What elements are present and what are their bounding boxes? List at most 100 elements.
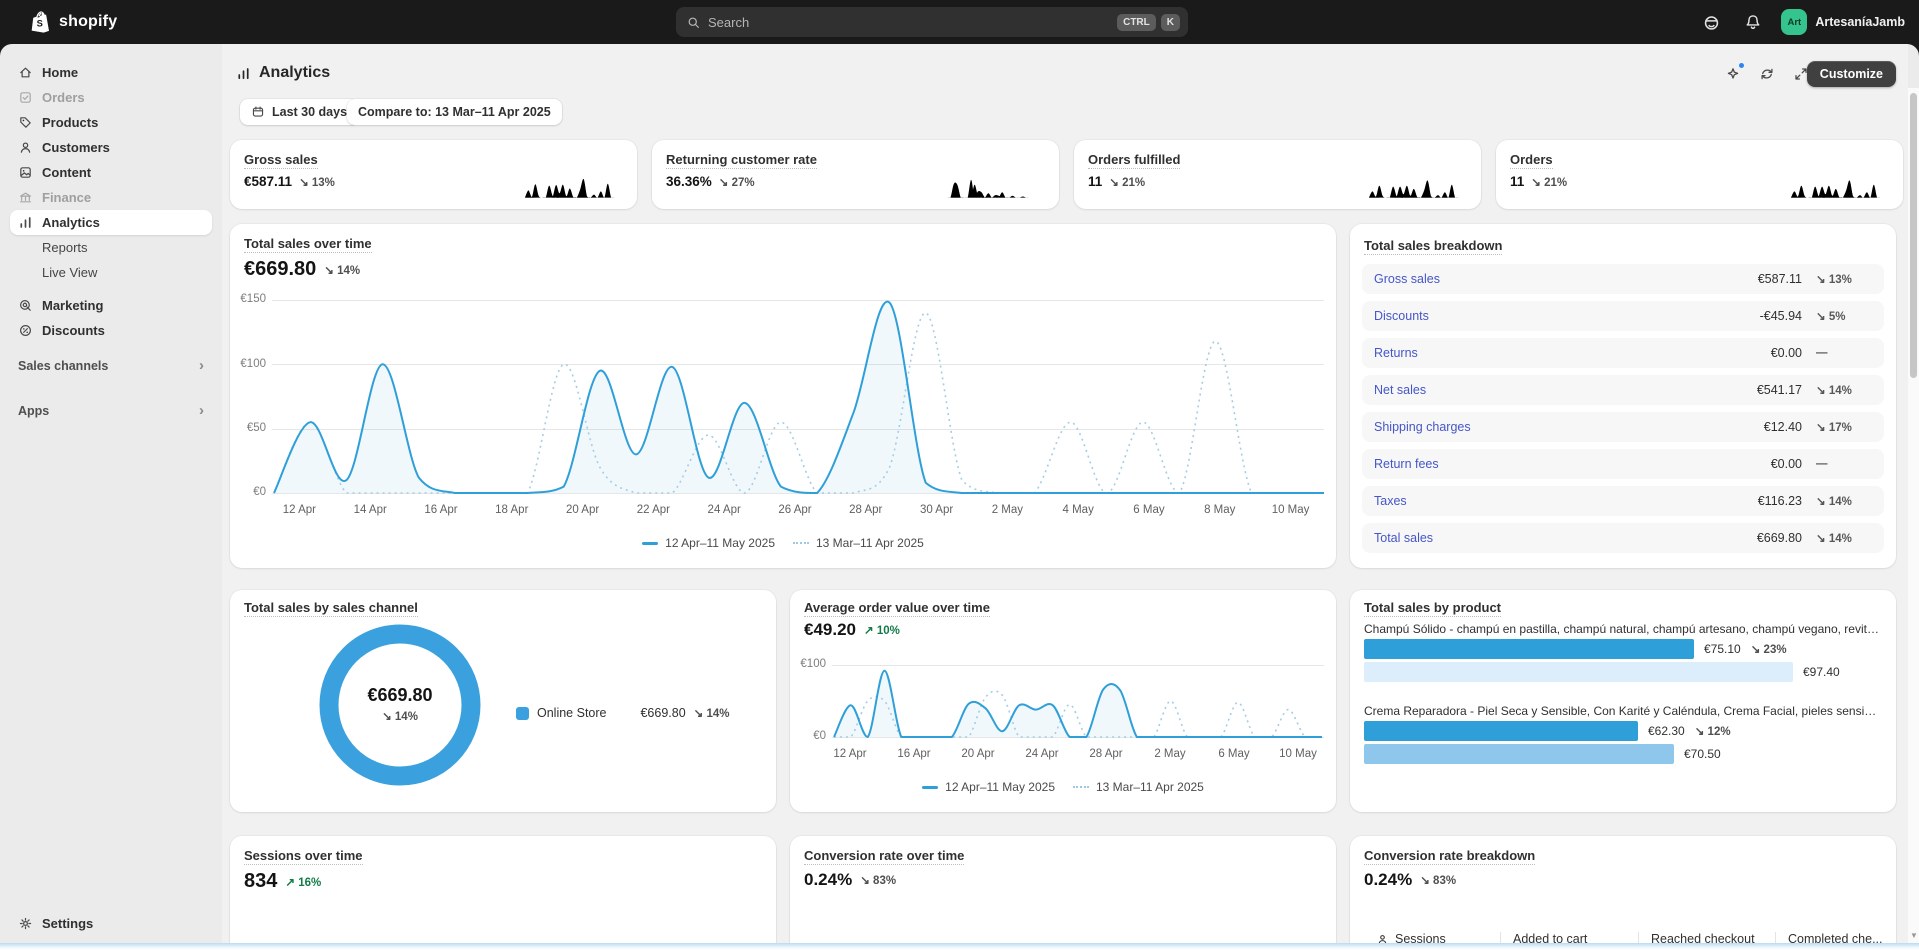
sidekick-button[interactable] xyxy=(1697,8,1725,36)
aov-line-chart[interactable] xyxy=(833,659,1322,739)
previous-period-bar[interactable] xyxy=(1364,662,1793,682)
insights-icon xyxy=(1727,68,1738,79)
x-tick: 26 Apr xyxy=(778,504,812,516)
total-sales-breakdown-card: Total sales breakdown Gross sales €587.1… xyxy=(1350,224,1896,568)
metric-value: 11 xyxy=(1088,174,1103,189)
legend-previous: 13 Mar–11 Apr 2025 xyxy=(793,536,924,550)
sidebar-item-finance[interactable]: Finance xyxy=(10,185,212,210)
sidebar-item-products[interactable]: Products xyxy=(10,110,212,135)
breakdown-label[interactable]: Returns xyxy=(1374,346,1418,360)
sidebar-item-home[interactable]: Home xyxy=(10,60,212,85)
kbd-ctrl: CTRL xyxy=(1117,13,1156,31)
notifications-button[interactable] xyxy=(1739,8,1767,36)
chart-legend: 12 Apr–11 May 2025 13 Mar–11 Apr 2025 xyxy=(230,536,1336,550)
sidebar-section-sales-channels[interactable]: Sales channels › xyxy=(10,353,212,378)
sessions-card: Sessions over time 834 ↗ 16% 60 xyxy=(230,836,776,950)
x-tick: 20 Apr xyxy=(961,748,995,760)
sidebar-item-content[interactable]: Content xyxy=(10,160,212,185)
card-title: Average order value over time xyxy=(804,600,990,617)
total-sales-chart-card: Total sales over time €669.80 ↘ 14% €150… xyxy=(230,224,1336,568)
date-range-button[interactable]: Last 30 days xyxy=(240,99,359,125)
card-title: Total sales by product xyxy=(1364,600,1502,617)
sidebar-section-apps[interactable]: Apps › xyxy=(10,398,212,423)
metric-value: 36.36% xyxy=(666,174,712,189)
sidebar-item-discounts[interactable]: Discounts xyxy=(10,318,212,343)
aov-delta: ↗ 10% xyxy=(864,625,900,637)
breakdown-label[interactable]: Total sales xyxy=(1374,531,1433,545)
aov-value: €49.20 xyxy=(804,620,856,639)
content-surface: Home Orders Products Customers Content Financ… xyxy=(0,44,1919,950)
sidebar-item-reports[interactable]: Reports xyxy=(10,235,212,260)
sidebar-item-orders[interactable]: Orders xyxy=(10,85,212,110)
refresh-button[interactable] xyxy=(1753,61,1780,87)
breakdown-label[interactable]: Taxes xyxy=(1374,494,1407,508)
chevron-right-icon: › xyxy=(199,357,204,374)
sidebar-item-marketing[interactable]: Marketing xyxy=(10,293,212,318)
breakdown-label[interactable]: Net sales xyxy=(1374,383,1426,397)
sidebar-item-analytics[interactable]: Analytics xyxy=(10,210,212,235)
card-title: Conversion rate breakdown xyxy=(1364,848,1536,865)
legend-current: 12 Apr–11 May 2025 xyxy=(642,536,775,550)
x-tick: 30 Apr xyxy=(919,504,954,516)
total-sales-delta: ↘ 14% xyxy=(324,264,361,277)
previous-period-bar[interactable] xyxy=(1364,744,1674,764)
breakdown-row-taxes[interactable]: Taxes €116.23 ↘ 14% xyxy=(1362,486,1884,516)
breakdown-label[interactable]: Return fees xyxy=(1374,457,1439,471)
customize-button[interactable]: Customize xyxy=(1806,61,1896,87)
y-tick: €0 xyxy=(253,486,266,498)
shopify-logo[interactable]: S shopify xyxy=(0,10,117,34)
topbar: S shopify Search CTRL K Art ArtesaníaJam… xyxy=(0,0,1919,44)
current-period-bar[interactable] xyxy=(1364,639,1694,659)
metric-delta: ↘ 27% xyxy=(718,176,755,189)
product-previous-bar-row: €70.50 xyxy=(1364,744,1884,764)
product-name[interactable]: Crema Reparadora - Piel Seca y Sensible,… xyxy=(1364,704,1882,718)
card-title: Gross sales xyxy=(244,152,318,169)
scrollbar-down-arrow[interactable]: ▼ xyxy=(1910,931,1918,940)
analytics-icon xyxy=(238,67,249,79)
metric-delta: ↘ 21% xyxy=(1531,176,1568,189)
breakdown-delta: — xyxy=(1816,458,1828,470)
x-axis: 12 Apr 14 Apr 16 Apr 18 Apr 20 Apr 22 Apr 24 A… xyxy=(264,504,1326,516)
metric-card-returning-customer-rate: Returning customer rate 36.36% ↘ 27% xyxy=(652,140,1059,209)
total-sales-line-chart[interactable] xyxy=(273,294,1324,495)
product-current-bar-row: €62.30 ↘ 12% xyxy=(1364,721,1884,741)
solid-swatch xyxy=(922,785,939,789)
dotted-swatch xyxy=(793,542,809,544)
breakdown-delta: ↘ 14% xyxy=(1816,533,1852,545)
product-name[interactable]: Champú Sólido - champú en pastilla, cham… xyxy=(1364,622,1882,636)
sidebar-item-customers[interactable]: Customers xyxy=(10,135,212,160)
header-actions xyxy=(1719,61,1814,87)
sidebar-item-settings[interactable]: Settings xyxy=(10,910,212,936)
breakdown-row-shipping-charges[interactable]: Shipping charges €12.40 ↘ 17% xyxy=(1362,412,1884,442)
current-period-bar[interactable] xyxy=(1364,721,1638,741)
insights-button[interactable] xyxy=(1719,61,1746,87)
sidebar: Home Orders Products Customers Content Financ… xyxy=(0,44,222,950)
breakdown-row-discounts[interactable]: Discounts -€45.94 ↘ 5% xyxy=(1362,301,1884,331)
breakdown-row-returns[interactable]: Returns €0.00 — xyxy=(1362,338,1884,368)
breakdown-row-total-sales[interactable]: Total sales €669.80 ↘ 14% xyxy=(1362,523,1884,553)
compare-range-button[interactable]: Compare to: 13 Mar–11 Apr 2025 xyxy=(347,99,562,125)
breakdown-row-return-fees[interactable]: Return fees €0.00 — xyxy=(1362,449,1884,479)
sidekick-icon xyxy=(1704,15,1719,30)
x-tick: 14 Apr xyxy=(353,504,387,516)
x-tick: 20 Apr xyxy=(565,504,600,516)
sidebar-item-live-view[interactable]: Live View xyxy=(10,260,212,285)
search-input[interactable]: Search CTRL K xyxy=(676,7,1188,37)
scrollbar-thumb[interactable] xyxy=(1910,93,1917,378)
breakdown-label[interactable]: Discounts xyxy=(1374,309,1429,323)
refresh-icon xyxy=(1760,68,1773,80)
store-menu[interactable]: Art ArtesaníaJamb xyxy=(1781,9,1905,35)
breakdown-row-net-sales[interactable]: Net sales €541.17 ↘ 14% xyxy=(1362,375,1884,405)
card-title: Total sales over time xyxy=(244,236,372,253)
card-title: Total sales breakdown xyxy=(1364,238,1503,255)
notification-dot xyxy=(1738,62,1745,69)
vertical-scrollbar[interactable]: ▼ xyxy=(1908,88,1919,950)
channel-swatch xyxy=(516,706,529,720)
breakdown-row-gross-sales[interactable]: Gross sales €587.11 ↘ 13% xyxy=(1362,264,1884,294)
breakdown-label[interactable]: Gross sales xyxy=(1374,272,1440,286)
bar-value: €70.50 xyxy=(1684,747,1721,761)
main-content: Analytics Customize Last 30 days Compare… xyxy=(222,44,1908,950)
breakdown-label[interactable]: Shipping charges xyxy=(1374,420,1471,434)
breakdown-delta: ↘ 14% xyxy=(1816,496,1852,508)
conversion-delta: ↘ 83% xyxy=(860,875,897,887)
